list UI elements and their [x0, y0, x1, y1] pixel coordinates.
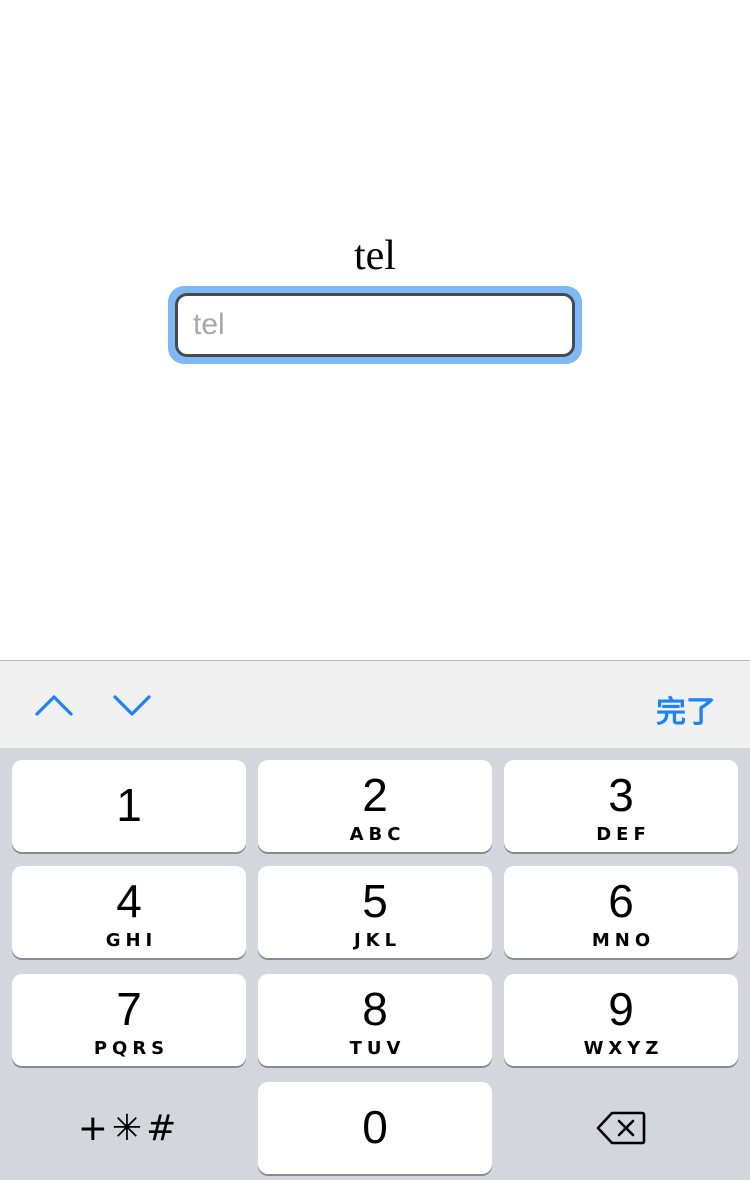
key-digit: 4 — [116, 875, 142, 927]
key-9[interactable]: 9 WXYZ — [504, 974, 738, 1066]
symbols-key[interactable]: +✳# — [12, 1082, 246, 1174]
key-digit: 2 — [362, 769, 388, 821]
key-letters: ABC — [349, 824, 406, 845]
key-5[interactable]: 5 JKL — [258, 866, 492, 958]
key-6[interactable]: 6 MNO — [504, 866, 738, 958]
key-letters: GHI — [105, 930, 158, 951]
key-digit: 6 — [608, 875, 634, 927]
key-7[interactable]: 7 PQRS — [12, 974, 246, 1066]
next-field-button[interactable] — [110, 687, 154, 723]
chevron-up-icon — [35, 695, 73, 716]
key-digit: 1 — [116, 779, 142, 831]
symbols-label: +✳# — [77, 1107, 181, 1149]
numeric-keypad: 1 2 ABC 3 DEF 4 GHI 5 JKL 6 MNO 7 PQRS 8… — [0, 748, 750, 1180]
key-letters: JKL — [353, 930, 402, 951]
key-letters: MNO — [591, 930, 656, 951]
key-digit: 5 — [362, 875, 388, 927]
key-letters: TUV — [349, 1038, 406, 1059]
key-letters: DEF — [596, 824, 651, 845]
key-2[interactable]: 2 ABC — [258, 760, 492, 852]
web-page: tel — [0, 0, 750, 660]
key-digit: 8 — [362, 983, 388, 1035]
key-8[interactable]: 8 TUV — [258, 974, 492, 1066]
key-0[interactable]: 0 — [258, 1082, 492, 1174]
tel-label: tel — [354, 233, 396, 279]
delete-key[interactable] — [504, 1082, 738, 1174]
key-digit: 9 — [608, 983, 634, 1035]
input-focus-ring — [168, 286, 582, 364]
chevron-down-icon — [113, 695, 151, 716]
key-letters: WXYZ — [583, 1038, 664, 1059]
key-4[interactable]: 4 GHI — [12, 866, 246, 958]
key-digit: 0 — [362, 1101, 388, 1153]
key-digit: 3 — [608, 769, 634, 821]
previous-field-button[interactable] — [32, 687, 76, 723]
keyboard-accessory-bar: 完了 — [0, 660, 750, 748]
key-digit: 7 — [116, 983, 142, 1035]
key-3[interactable]: 3 DEF — [504, 760, 738, 852]
tel-input[interactable] — [175, 293, 575, 357]
key-1[interactable]: 1 — [12, 760, 246, 852]
key-letters: PQRS — [93, 1038, 170, 1059]
backspace-icon — [596, 1111, 646, 1145]
done-button[interactable]: 完了 — [656, 687, 716, 731]
